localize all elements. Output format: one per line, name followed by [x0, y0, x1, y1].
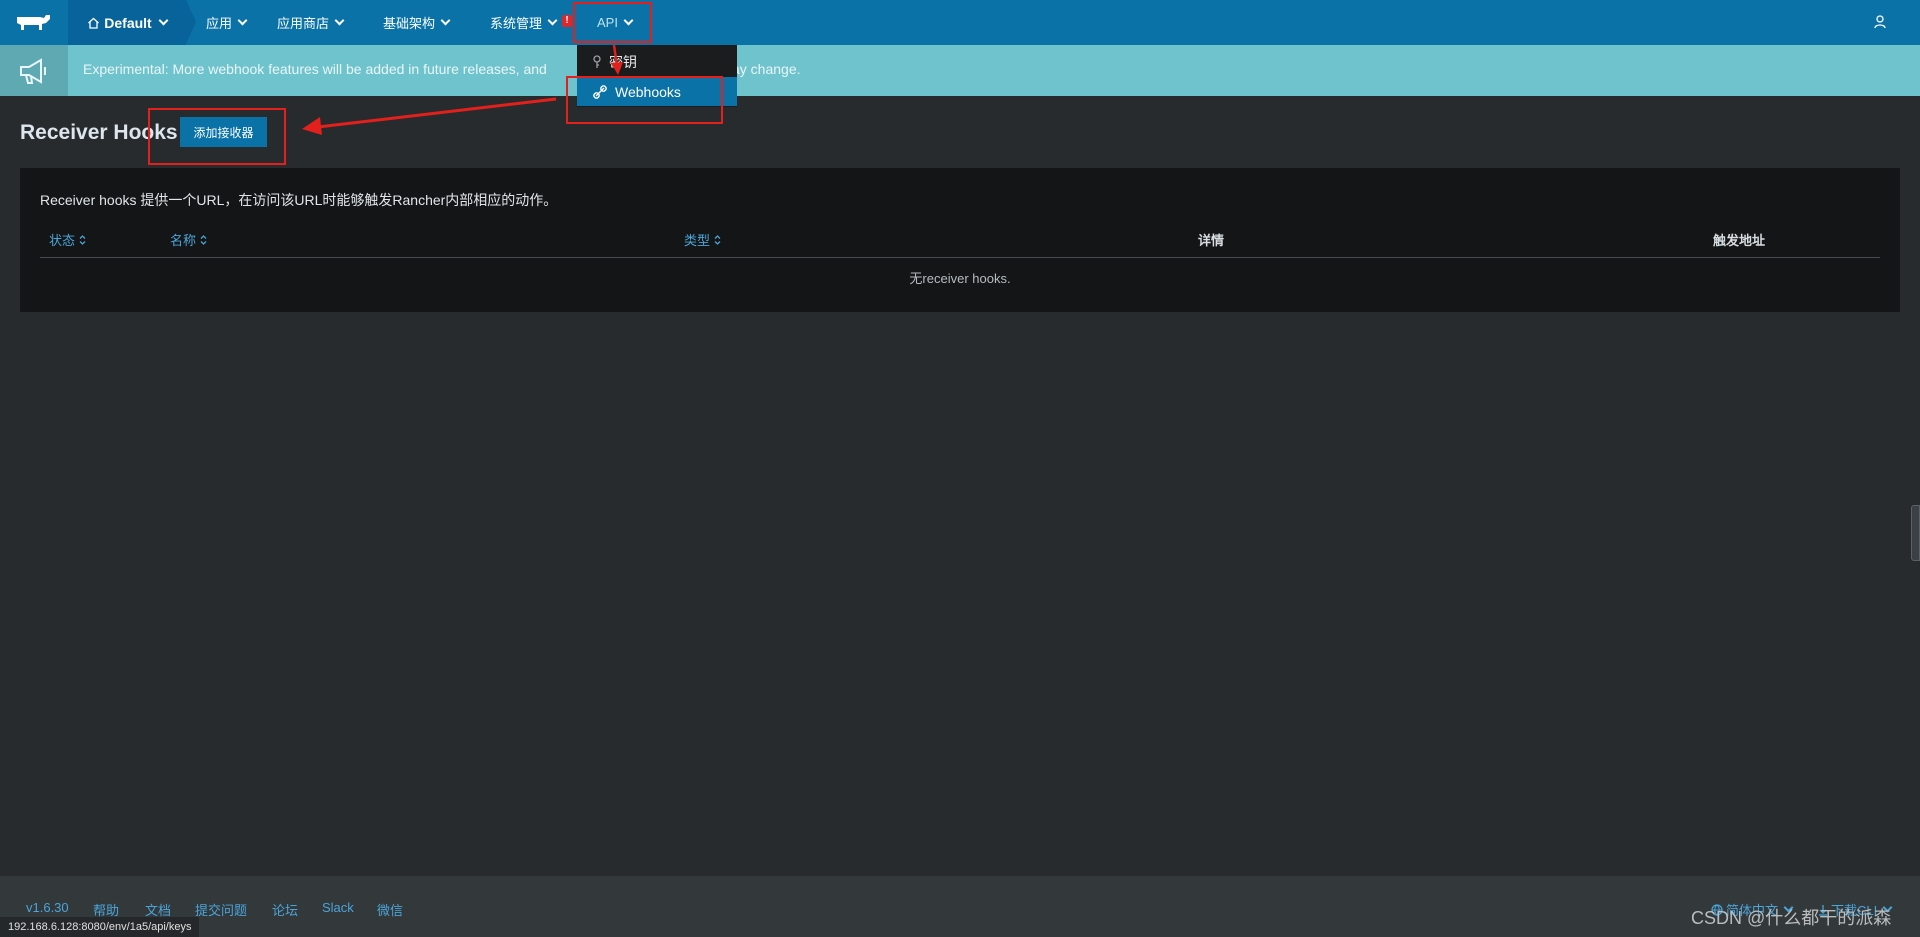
empty-table-message: 无receiver hooks.: [909, 271, 1011, 286]
megaphone-icon: [0, 45, 68, 96]
home-icon: [88, 17, 100, 29]
nav-infrastructure-label: 基础架构: [383, 16, 436, 31]
nav-admin[interactable]: 系统管理: [490, 0, 558, 45]
side-scroll-handle[interactable]: [1911, 505, 1920, 561]
chevron-down-icon: [334, 15, 345, 26]
annotation-box-webhooks: [566, 76, 723, 124]
column-header-label: 触发地址: [1713, 233, 1766, 248]
column-header-trigger-url: 触发地址: [1713, 230, 1765, 249]
column-header-label: 类型: [684, 233, 711, 248]
column-header-label: 名称: [170, 233, 197, 248]
nav-infrastructure[interactable]: 基础架构: [383, 0, 451, 45]
footer: v1.6.30 帮助 文档 提交问题 论坛 Slack 微信 简体中文 下载CL…: [0, 876, 1920, 937]
annotation-arrows: [302, 44, 623, 135]
chevron-down-icon: [440, 15, 451, 26]
nav-apps[interactable]: 应用: [206, 0, 248, 45]
top-nav: Default 应用 应用商店 基础架构 系统管理 ! API: [0, 0, 1920, 45]
table-header-divider: [40, 257, 1880, 258]
admin-alert-badge: !: [562, 15, 572, 27]
column-header-label: 详情: [1198, 233, 1225, 248]
footer-link-wechat[interactable]: 微信: [377, 900, 403, 919]
browser-status-url: 192.168.6.128:8080/env/1a5/api/keys: [0, 917, 200, 937]
experimental-banner: Experimental: More webhook features will…: [0, 45, 1920, 96]
menu-item-keys[interactable]: 密钥: [577, 47, 737, 76]
nav-apps-label: 应用: [206, 16, 233, 31]
footer-version-link[interactable]: v1.6.30: [26, 900, 69, 915]
column-header-details: 详情: [1198, 230, 1224, 249]
environment-label: Default: [104, 14, 152, 31]
csdn-watermark: CSDN @什么都干的派森: [1691, 908, 1892, 928]
nav-admin-label: 系统管理: [490, 16, 543, 31]
column-header-label: 状态: [49, 233, 76, 248]
receiver-hooks-panel: Receiver hooks 提供一个URL，在访问该URL时能够触发Ranch…: [20, 168, 1900, 312]
annotation-box-add-button: [148, 108, 286, 165]
chevron-down-icon: [237, 15, 248, 26]
annotation-box-api: [573, 2, 652, 43]
sort-icon: [79, 234, 86, 245]
chevron-down-icon: [158, 15, 169, 26]
environment-switcher[interactable]: Default: [68, 0, 196, 45]
sort-icon: [714, 234, 721, 245]
banner-message-tail: ay change.: [732, 61, 801, 77]
nav-catalog-label: 应用商店: [277, 16, 330, 31]
nav-catalog[interactable]: 应用商店: [277, 0, 345, 45]
banner-message: Experimental: More webhook features will…: [83, 61, 547, 77]
chevron-down-icon: [547, 15, 558, 26]
sort-icon: [200, 234, 207, 245]
column-header-type[interactable]: 类型: [684, 230, 721, 249]
rancher-logo-icon[interactable]: [0, 0, 68, 45]
footer-link-slack[interactable]: Slack: [322, 900, 354, 915]
key-icon: [593, 54, 601, 68]
menu-item-keys-label: 密钥: [609, 53, 637, 70]
panel-description: Receiver hooks 提供一个URL，在访问该URL时能够触发Ranch…: [40, 192, 558, 208]
footer-link-forum[interactable]: 论坛: [272, 900, 298, 919]
column-header-status[interactable]: 状态: [49, 230, 86, 249]
column-header-name[interactable]: 名称: [170, 230, 207, 249]
user-icon[interactable]: [1874, 15, 1886, 29]
footer-link-issue[interactable]: 提交问题: [195, 900, 247, 919]
